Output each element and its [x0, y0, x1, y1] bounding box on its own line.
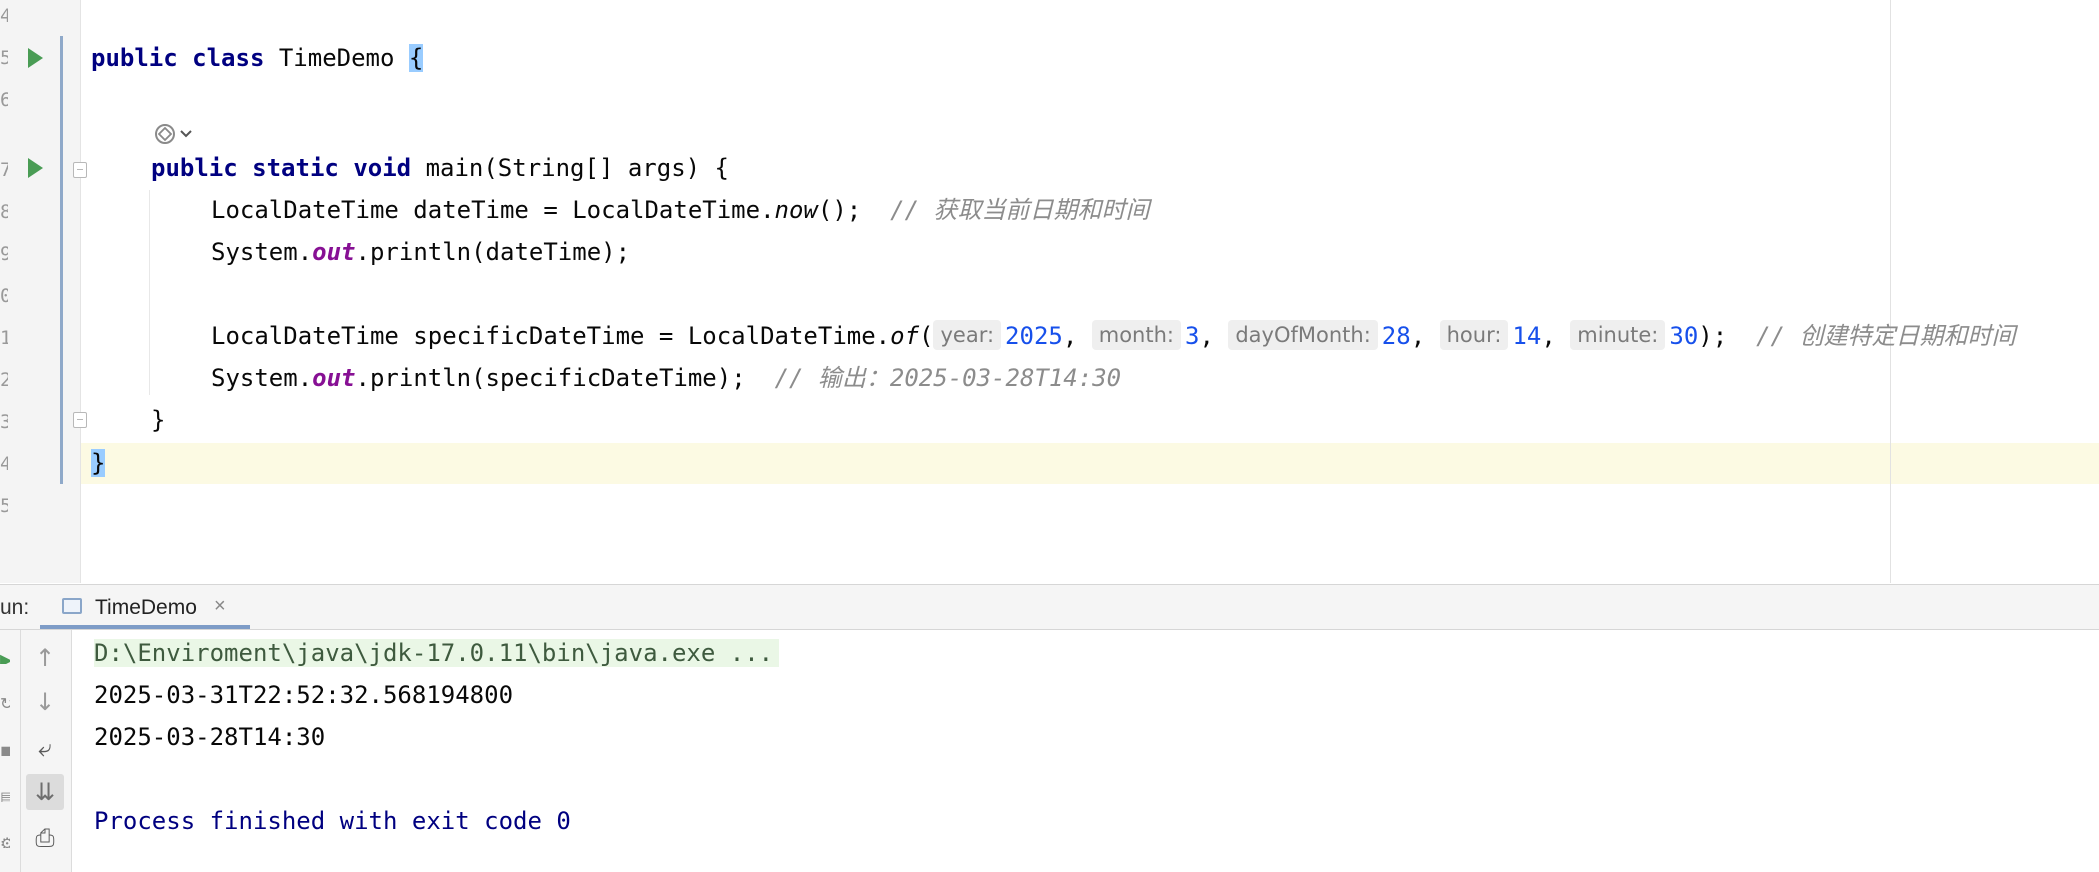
code-comment: // 创建特定日期和时间: [1756, 322, 2016, 350]
scroll-to-end-icon[interactable]: ⇊: [26, 774, 64, 810]
code-text: ,: [1410, 322, 1440, 350]
ai-assistant-icon[interactable]: [153, 121, 197, 147]
code-text: System.: [211, 238, 313, 266]
code-text: );: [1698, 322, 1728, 350]
code-line-class-decl[interactable]: public class TimeDemo {: [91, 38, 424, 78]
matched-brace: {: [408, 44, 424, 72]
line-number: 2: [0, 370, 8, 390]
restart-icon[interactable]: ↻: [0, 694, 10, 708]
static-method-call: of: [890, 322, 920, 350]
number-literal: 14: [1512, 322, 1542, 350]
code-editor[interactable]: 4 5 6 7 8 9 0 1 2 3 4 5 public class Tim…: [0, 0, 2099, 583]
active-tab-indicator: [40, 625, 250, 629]
param-hint-year: year:: [933, 320, 1002, 350]
console-output-line: 2025-03-28T14:30: [94, 723, 326, 751]
scroll-up-icon[interactable]: ↑: [26, 640, 64, 676]
fold-end-icon[interactable]: [73, 412, 87, 428]
code-line-print1[interactable]: System.out.println(dateTime);: [211, 232, 630, 272]
indent-guide: [149, 190, 150, 395]
number-literal: 30: [1669, 322, 1699, 350]
soft-wrap-icon[interactable]: ⤶: [26, 730, 64, 766]
layout-icon[interactable]: ▤: [0, 788, 10, 802]
closing-brace: }: [151, 406, 166, 434]
line-number: 5: [0, 496, 8, 516]
static-method-call: now: [774, 196, 818, 224]
number-literal: 3: [1184, 322, 1200, 350]
console-toolbar: ↑ ↓ ⤶ ⇊ ⎙: [21, 630, 72, 872]
console-command-line: D:\Enviroment\java\jdk-17.0.11\bin\java.…: [94, 633, 780, 673]
code-comment: // 获取当前日期和时间: [890, 196, 1150, 224]
keyword: public: [91, 44, 178, 72]
code-text: LocalDateTime dateTime = LocalDateTime.: [211, 196, 775, 224]
code-line-specific[interactable]: LocalDateTime specificDateTime = LocalDa…: [211, 316, 2015, 356]
keyword: class: [192, 44, 265, 72]
print-icon[interactable]: ⎙: [26, 820, 64, 856]
editor-gutter: [0, 0, 80, 583]
line-number: 7: [0, 160, 8, 180]
line-number: 1: [0, 328, 8, 348]
line-number: 0: [0, 286, 8, 306]
keyword: void: [353, 154, 412, 182]
class-name: TimeDemo: [278, 44, 395, 72]
tab-label: TimeDemo: [95, 596, 197, 619]
code-text: ();: [817, 196, 862, 224]
run-class-icon[interactable]: [28, 48, 43, 68]
code-line-main-decl[interactable]: public static void main(String[] args) {: [151, 148, 729, 188]
run-main-icon[interactable]: [28, 158, 43, 178]
line-number: 6: [0, 90, 8, 110]
console-output-line: 2025-03-31T22:52:32.568194800: [94, 681, 514, 709]
number-literal: 2025: [1005, 322, 1063, 350]
code-text: ,: [1541, 322, 1571, 350]
code-line-datetime[interactable]: LocalDateTime dateTime = LocalDateTime.n…: [211, 190, 1150, 230]
method-signature: main(String[] args) {: [425, 154, 729, 182]
run-panel-header: un: TimeDemo ×: [0, 584, 2099, 630]
number-literal: 28: [1381, 322, 1411, 350]
scroll-down-icon[interactable]: ↓: [26, 684, 64, 720]
code-line-print2[interactable]: System.out.println(specificDateTime); //…: [211, 358, 1121, 398]
console-exit-message: Process finished with exit code 0: [94, 807, 571, 835]
line-number: 5: [0, 48, 8, 68]
keyword: public: [151, 154, 238, 182]
console-icon: [62, 598, 82, 614]
line-number: 3: [0, 412, 8, 432]
code-comment: // 输出：2025-03-28T14:30: [774, 364, 1122, 392]
vcs-change-marker[interactable]: [60, 36, 63, 484]
code-text: .println(specificDateTime);: [355, 364, 746, 392]
code-text: (: [919, 322, 934, 350]
run-actions-strip: ▶ ↻ ■ ▤ ⚙: [0, 630, 21, 872]
code-line-close-method[interactable]: }: [151, 400, 165, 440]
fold-method-icon[interactable]: [73, 162, 87, 178]
close-icon[interactable]: ×: [214, 595, 226, 618]
code-text: .println(dateTime);: [355, 238, 631, 266]
caret-row-highlight: [0, 443, 2099, 484]
stop-icon[interactable]: ■: [0, 742, 10, 756]
run-panel-label: un:: [0, 596, 30, 619]
line-number: 4: [0, 6, 8, 26]
param-hint-minute: minute:: [1570, 320, 1666, 350]
param-hint-day: dayOfMonth:: [1228, 320, 1378, 350]
code-text: System.: [211, 364, 313, 392]
code-text: ,: [1062, 322, 1092, 350]
static-field: out: [312, 238, 356, 266]
keyword: static: [252, 154, 339, 182]
code-text: LocalDateTime specificDateTime = LocalDa…: [211, 322, 891, 350]
param-hint-month: month:: [1091, 320, 1181, 350]
java-command[interactable]: D:\Enviroment\java\jdk-17.0.11\bin\java.…: [94, 639, 780, 667]
right-margin-guide: [1890, 0, 1891, 583]
matched-brace: }: [91, 449, 106, 477]
code-text: ,: [1199, 322, 1229, 350]
run-tab-timedemo[interactable]: TimeDemo ×: [40, 585, 250, 629]
settings-icon[interactable]: ⚙: [0, 834, 10, 848]
code-line-close-class[interactable]: }: [91, 443, 106, 483]
static-field: out: [312, 364, 356, 392]
param-hint-hour: hour:: [1439, 320, 1509, 350]
line-number: 8: [0, 202, 8, 222]
rerun-icon[interactable]: ▶: [0, 650, 10, 664]
line-number: 9: [0, 244, 8, 264]
run-console[interactable]: ▶ ↻ ■ ▤ ⚙ ↑ ↓ ⤶ ⇊ ⎙ D:\Enviroment\java\j…: [0, 630, 2099, 872]
gutter-divider: [80, 0, 81, 583]
line-number: 4: [0, 454, 8, 474]
